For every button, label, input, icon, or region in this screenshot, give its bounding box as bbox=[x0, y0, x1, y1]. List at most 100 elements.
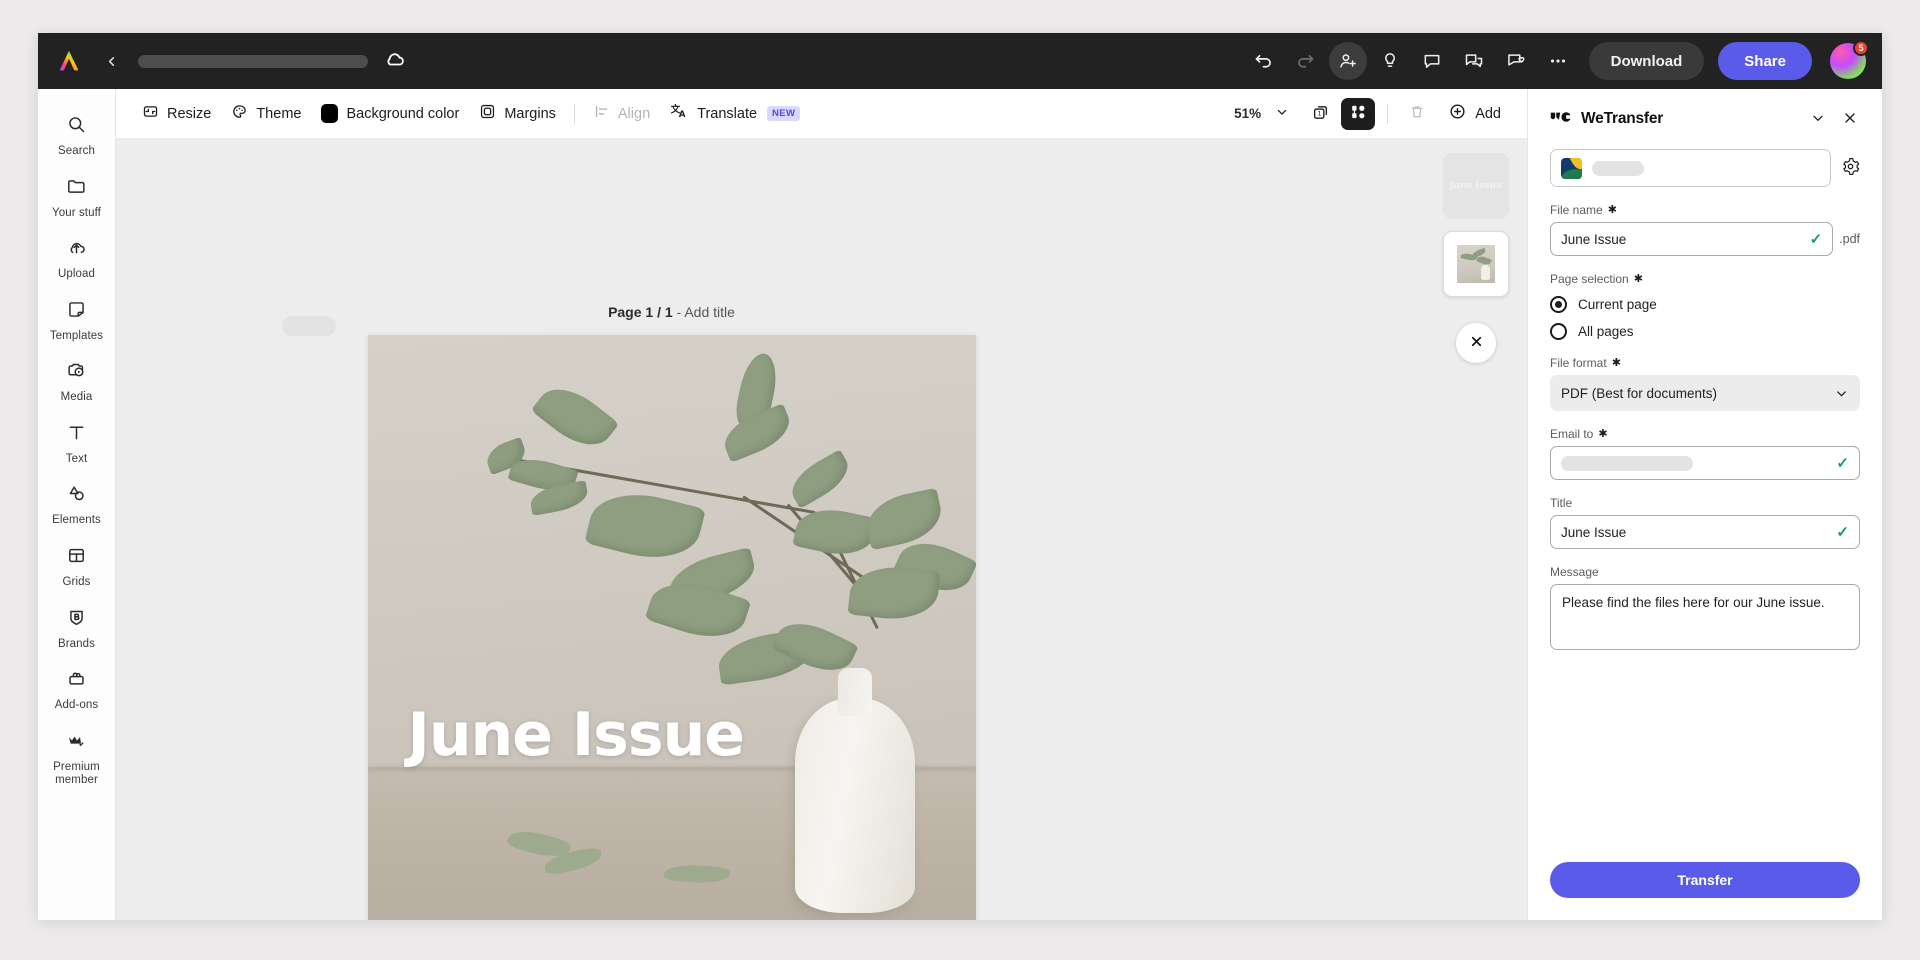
back-button[interactable] bbox=[98, 48, 124, 74]
account-selector[interactable] bbox=[1550, 149, 1831, 187]
artboard-title-text[interactable]: June Issue bbox=[408, 705, 745, 765]
download-button[interactable]: Download bbox=[1588, 42, 1705, 80]
file-name-field: File name ✱ June Issue ✓ .pdf bbox=[1550, 203, 1860, 256]
sidebar-item-grids[interactable]: Grids bbox=[38, 536, 116, 598]
page-thumbnail-2[interactable] bbox=[1443, 231, 1509, 297]
page-add-title: - Add title bbox=[672, 304, 735, 320]
media-icon bbox=[66, 360, 87, 386]
add-button[interactable]: Add bbox=[1438, 96, 1511, 131]
panel-header: WeTransfer bbox=[1550, 95, 1860, 143]
margins-button[interactable]: Margins bbox=[469, 97, 566, 130]
undo-icon[interactable] bbox=[1245, 42, 1283, 80]
radio-label: Current page bbox=[1578, 297, 1657, 312]
delete-button[interactable] bbox=[1400, 98, 1434, 130]
radio-current-page[interactable]: Current page bbox=[1550, 296, 1860, 313]
sidebar-item-elements[interactable]: Elements bbox=[38, 474, 116, 536]
sidebar-item-your-stuff[interactable]: Your stuff bbox=[38, 167, 116, 229]
resize-button[interactable]: Resize bbox=[132, 97, 221, 130]
message-textarea[interactable]: Please find the files here for our June … bbox=[1550, 584, 1860, 650]
file-format-select[interactable]: PDF (Best for documents) bbox=[1550, 375, 1860, 411]
file-format-value: PDF (Best for documents) bbox=[1561, 385, 1718, 401]
sidebar-label: Search bbox=[57, 145, 96, 157]
radio-label: All pages bbox=[1578, 324, 1634, 339]
pages-stack-icon: 1 bbox=[1311, 103, 1330, 125]
sidebar-label: Brands bbox=[57, 637, 96, 650]
page-title-label[interactable]: Page 1 / 1 - Add title bbox=[116, 304, 1527, 320]
chat-bubbles-icon[interactable] bbox=[1455, 42, 1493, 80]
sidebar-item-upload[interactable]: Upload bbox=[38, 228, 116, 290]
close-panel-button[interactable] bbox=[1840, 108, 1860, 131]
background-color-button[interactable]: Background color bbox=[311, 98, 469, 129]
required-marker: ✱ bbox=[1611, 356, 1621, 369]
canvas-area[interactable]: Page 1 / 1 - Add title June Issue June I… bbox=[116, 139, 1527, 920]
file-format-label: File format bbox=[1550, 356, 1607, 370]
adobe-express-logo-icon[interactable] bbox=[54, 46, 84, 76]
close-panel-button[interactable] bbox=[1456, 323, 1496, 363]
file-format-label-row: File format ✱ bbox=[1550, 356, 1860, 370]
chevron-down-icon bbox=[1275, 105, 1289, 122]
body-row: Search Your stuff Upload Templates Media… bbox=[38, 89, 1882, 920]
theme-label: Theme bbox=[256, 105, 302, 122]
user-avatar[interactable]: 5 bbox=[1830, 40, 1869, 79]
email-to-label-row: Email to ✱ bbox=[1550, 427, 1860, 441]
sidebar-label: Add-ons bbox=[54, 699, 99, 712]
sidebar-item-brands[interactable]: Brands bbox=[38, 598, 116, 660]
background-color-label: Background color bbox=[346, 105, 460, 122]
page-selection-label: Page selection bbox=[1550, 272, 1629, 286]
sidebar-item-premium-member[interactable]: Premium member bbox=[38, 721, 116, 796]
required-marker: ✱ bbox=[1633, 272, 1643, 285]
theme-palette-icon bbox=[231, 103, 248, 124]
grids-icon bbox=[66, 545, 87, 571]
transfer-button[interactable]: Transfer bbox=[1550, 862, 1860, 898]
theme-button[interactable]: Theme bbox=[221, 97, 311, 130]
comment-icon[interactable] bbox=[1413, 42, 1451, 80]
close-icon bbox=[1842, 110, 1858, 129]
collapse-panel-button[interactable] bbox=[1808, 108, 1828, 131]
translate-button[interactable]: 文A Translate NEW bbox=[660, 96, 810, 131]
align-button[interactable]: Align bbox=[583, 97, 660, 130]
zoom-dropdown-button[interactable] bbox=[1265, 98, 1299, 130]
radio-all-pages[interactable]: All pages bbox=[1550, 323, 1860, 340]
toolbar-divider bbox=[573, 103, 575, 124]
resize-icon bbox=[142, 103, 159, 124]
file-name-value: June Issue bbox=[1561, 231, 1627, 247]
sidebar-item-templates[interactable]: Templates bbox=[38, 290, 116, 352]
file-name-input[interactable]: June Issue ✓ bbox=[1550, 222, 1834, 256]
sidebar-label: Premium member bbox=[53, 760, 100, 787]
sidebar-label: Grids bbox=[62, 575, 91, 588]
title-input[interactable]: June Issue ✓ bbox=[1550, 515, 1860, 549]
sidebar-item-add-ons[interactable]: Add-ons bbox=[38, 659, 116, 721]
sidebar-item-media[interactable]: Media bbox=[38, 351, 116, 413]
message-label-row: Message bbox=[1550, 565, 1860, 579]
valid-check-icon: ✓ bbox=[1836, 455, 1849, 472]
required-marker: ✱ bbox=[1607, 203, 1617, 216]
app-window: Download Share 5 Search Your stuff Uploa… bbox=[38, 33, 1882, 920]
color-swatch-icon bbox=[321, 104, 339, 123]
sidebar-item-text[interactable]: Text bbox=[38, 413, 116, 475]
sidebar-label: Templates bbox=[49, 329, 104, 342]
more-options-icon[interactable] bbox=[1539, 42, 1577, 80]
file-format-field: File format ✱ PDF (Best for documents) bbox=[1550, 356, 1860, 411]
brands-icon bbox=[66, 607, 87, 633]
layers-button[interactable] bbox=[1341, 97, 1376, 130]
email-to-input[interactable]: ✓ bbox=[1550, 446, 1860, 480]
document-title-input[interactable] bbox=[138, 54, 368, 68]
share-button[interactable]: Share bbox=[1718, 42, 1812, 80]
svg-text:1: 1 bbox=[1317, 110, 1321, 117]
sidebar-label: Upload bbox=[57, 268, 96, 281]
layers-icon bbox=[1348, 102, 1368, 125]
sidebar-item-search[interactable]: Search bbox=[38, 105, 116, 167]
feedback-heart-icon[interactable] bbox=[1497, 42, 1535, 80]
redo-icon[interactable] bbox=[1287, 42, 1325, 80]
artboard[interactable]: June Issue bbox=[367, 335, 976, 920]
left-sidebar: Search Your stuff Upload Templates Media… bbox=[38, 89, 116, 920]
page-thumbnail-1[interactable]: June Issue bbox=[1443, 153, 1509, 219]
panel-title: WeTransfer bbox=[1581, 110, 1664, 127]
margins-icon bbox=[479, 103, 496, 124]
ideas-bulb-icon[interactable] bbox=[1371, 42, 1409, 80]
settings-gear-button[interactable] bbox=[1841, 157, 1860, 179]
zoom-level-value[interactable]: 51% bbox=[1228, 106, 1261, 121]
radio-button-icon bbox=[1550, 323, 1567, 340]
invite-user-icon[interactable] bbox=[1328, 42, 1367, 80]
pages-button[interactable]: 1 bbox=[1303, 98, 1337, 130]
